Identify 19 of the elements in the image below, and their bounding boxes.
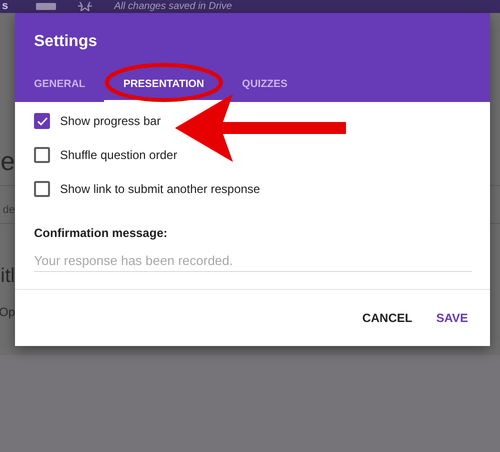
option-label: Show progress bar: [60, 113, 161, 130]
checkbox[interactable]: [34, 181, 50, 197]
background-text: itl: [0, 266, 15, 286]
option-label: Show link to submit another response: [60, 181, 260, 198]
dialog-title: Settings: [34, 32, 98, 52]
folder-icon[interactable]: [36, 2, 56, 10]
checkbox[interactable]: [34, 147, 50, 163]
option-label: Shuffle question order: [60, 147, 178, 164]
title-fragment: s: [2, 1, 8, 12]
tab[interactable]: QUIZZES: [240, 78, 290, 90]
tab[interactable]: GENERAL: [32, 78, 88, 90]
background-text: e: [0, 148, 15, 174]
checkmark-icon: [36, 116, 48, 126]
confirmation-label: Confirmation message:: [34, 225, 168, 242]
save-status: All changes saved in Drive: [114, 2, 232, 12]
save-button[interactable]: SAVE: [426, 302, 478, 334]
cancel-button[interactable]: CANCEL: [352, 302, 422, 334]
checkbox[interactable]: [34, 113, 50, 129]
confirmation-field[interactable]: Your response has been recorded.: [34, 250, 472, 272]
